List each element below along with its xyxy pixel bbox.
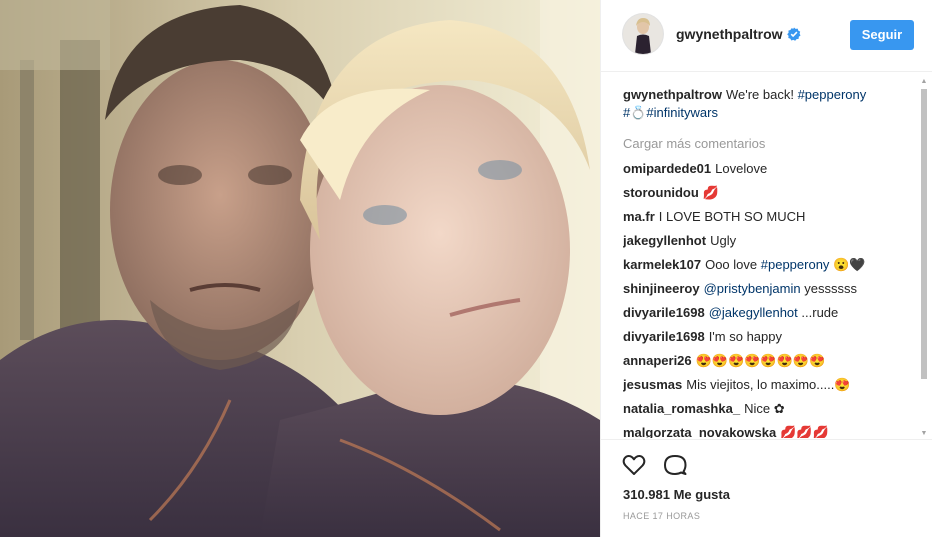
- comment-text: I'm so happy: [708, 329, 782, 344]
- comment-username[interactable]: divyarile1698: [623, 305, 705, 320]
- heart-icon[interactable]: [621, 452, 647, 478]
- comment-text: Nice ✿: [744, 401, 785, 416]
- comment-username[interactable]: omipardede01: [623, 161, 711, 176]
- avatar[interactable]: [623, 14, 663, 54]
- scroll-down-arrow-icon[interactable]: ▼: [919, 429, 929, 439]
- comment-username[interactable]: natalia_romashka_: [623, 401, 740, 416]
- comment-text: I LOVE BOTH SO MUCH: [658, 209, 806, 224]
- comment-text-after: 😮🖤: [833, 257, 866, 272]
- comment-text: Ooo love: [705, 257, 758, 272]
- comment-mention[interactable]: @jakegyllenhot: [709, 305, 798, 320]
- post-actions: 310.981 Me gusta HACE 17 HORAS: [601, 439, 932, 537]
- comment-username[interactable]: storounidou: [623, 185, 699, 200]
- likes-count[interactable]: 310.981 Me gusta: [623, 487, 730, 502]
- caption-text: We're back!: [725, 87, 794, 102]
- comment-text: Ugly: [710, 233, 737, 248]
- comment-username[interactable]: ma.fr: [623, 209, 655, 224]
- caption-hashtag[interactable]: #pepperony: [798, 87, 867, 102]
- caption-hashtag[interactable]: #💍#infinitywars: [623, 105, 718, 120]
- comment-text: Mis viejitos, lo maximo.....😍: [686, 377, 851, 392]
- comment-item: natalia_romashka_ Nice ✿: [623, 400, 913, 424]
- comment-item: divyarile1698 @jakegyllenhot ...rude: [623, 304, 913, 328]
- comment-username[interactable]: jesusmas: [623, 377, 682, 392]
- comment-text: 💋: [702, 185, 720, 200]
- comment-item: storounidou 💋: [623, 184, 913, 208]
- comment-item: divyarile1698 I'm so happy: [623, 328, 913, 352]
- verified-badge-icon: [786, 27, 801, 44]
- selfie-photo: [0, 0, 600, 537]
- post-caption: gwynethpaltrow We're back! #pepperony #💍#…: [623, 86, 913, 122]
- comment-username[interactable]: karmelek107: [623, 257, 701, 272]
- comments-list: gwynethpaltrow We're back! #pepperony #💍#…: [623, 86, 913, 438]
- follow-button[interactable]: Seguir: [850, 20, 914, 50]
- comment-item: shinjineeroy @pristybenjamin yessssss: [623, 280, 913, 304]
- comment-item: malgorzata_novakowska 💋💋💋: [623, 424, 913, 438]
- comment-item: karmelek107 Ooo love #pepperony 😮🖤: [623, 256, 913, 280]
- comment-text-after: yessssss: [804, 281, 857, 296]
- comments-scrollbar[interactable]: ▲ ▼: [919, 77, 929, 439]
- comment-item: omipardede01 Lovelove: [623, 160, 913, 184]
- post-photo[interactable]: [0, 0, 600, 537]
- comment-username[interactable]: shinjineeroy: [623, 281, 700, 296]
- comment-text: Lovelove: [715, 161, 768, 176]
- comment-item: annaperi26 😍😍😍😍😍😍😍😍: [623, 352, 913, 376]
- comment-username[interactable]: divyarile1698: [623, 329, 705, 344]
- comment-item: jesusmas Mis viejitos, lo maximo.....😍: [623, 376, 913, 400]
- load-more-comments-link[interactable]: Cargar más comentarios: [623, 135, 913, 153]
- owner-username[interactable]: gwynethpaltrow: [676, 26, 783, 42]
- comment-hashtag[interactable]: #pepperony: [761, 257, 830, 272]
- post-owner[interactable]: gwynethpaltrow: [676, 26, 801, 44]
- comment-text: 😍😍😍😍😍😍😍😍: [695, 353, 826, 368]
- avatar-image: [623, 14, 663, 54]
- caption-username[interactable]: gwynethpaltrow: [623, 87, 722, 102]
- comment-text: 💋💋💋: [780, 425, 829, 438]
- comment-item: jakegyllenhot Ugly: [623, 232, 913, 256]
- comment-username[interactable]: annaperi26: [623, 353, 692, 368]
- comment-item: ma.fr I LOVE BOTH SO MUCH: [623, 208, 913, 232]
- scroll-up-arrow-icon[interactable]: ▲: [919, 77, 929, 87]
- comment-username[interactable]: malgorzata_novakowska: [623, 425, 776, 438]
- post-timestamp[interactable]: HACE 17 HORAS: [623, 511, 700, 521]
- post-side-panel: gwynethpaltrow Seguir gwynethpaltrow We'r…: [600, 0, 932, 537]
- comment-mention[interactable]: @pristybenjamin: [704, 281, 801, 296]
- post-header: gwynethpaltrow Seguir: [601, 0, 932, 72]
- comment-icon[interactable]: [662, 452, 688, 478]
- scroll-thumb[interactable]: [921, 89, 927, 379]
- comment-username[interactable]: jakegyllenhot: [623, 233, 706, 248]
- comment-text-after: ...rude: [801, 305, 839, 320]
